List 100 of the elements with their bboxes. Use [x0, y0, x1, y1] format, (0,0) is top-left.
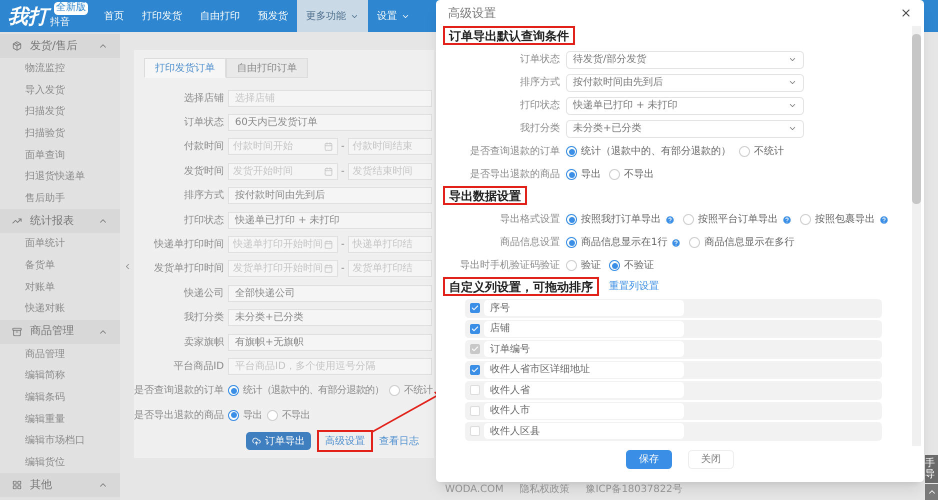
nav-item[interactable]: 打印发货: [133, 0, 191, 32]
radio-button[interactable]: [228, 385, 239, 396]
export-button[interactable]: 订单导出: [246, 432, 311, 450]
radio-button[interactable]: [800, 214, 811, 225]
input-field[interactable]: 60天内已发货订单: [228, 114, 432, 132]
close-icon[interactable]: [900, 7, 912, 19]
radio-option[interactable]: 不统计: [739, 144, 784, 159]
dialog-button[interactable]: 关闭: [688, 450, 734, 469]
sidebar-item[interactable]: 扫描验货: [0, 122, 120, 144]
select-field[interactable]: 待发货/部分发货: [566, 50, 804, 68]
sidebar-group-header[interactable]: 发货/售后: [0, 34, 120, 58]
help-icon[interactable]: [879, 214, 889, 224]
column-row[interactable]: 店铺: [465, 320, 882, 338]
radio-button[interactable]: [683, 214, 694, 225]
help-icon[interactable]: [671, 238, 682, 248]
sidebar-item[interactable]: 扫描发货: [0, 101, 120, 123]
advanced-settings-link[interactable]: 高级设置: [317, 430, 373, 452]
select-field[interactable]: 快递单已打印 + 未打印: [566, 96, 804, 114]
footer-link[interactable]: 隐私权政策: [520, 482, 570, 497]
sidebar-group-header[interactable]: 商品管理: [0, 320, 120, 344]
radio-button[interactable]: [609, 169, 620, 180]
help-icon[interactable]: [665, 214, 675, 224]
radio-option[interactable]: 导出: [228, 408, 262, 423]
sidebar-item[interactable]: 编辑条码: [0, 386, 120, 408]
checkbox[interactable]: [470, 406, 480, 416]
tab[interactable]: 自由打印订单: [226, 58, 308, 78]
sidebar-item[interactable]: 物流监控: [0, 58, 120, 80]
input-field[interactable]: 有旗帜+无旗帜: [228, 334, 432, 351]
sidebar-item[interactable]: 商品管理: [0, 344, 120, 366]
radio-option[interactable]: 不导出: [266, 408, 310, 423]
nav-item[interactable]: 设置: [368, 0, 419, 32]
select-field[interactable]: 未分类+已分类: [566, 120, 804, 138]
input-field[interactable]: 未分类+已分类: [228, 309, 432, 326]
checkbox[interactable]: [470, 324, 480, 334]
checkbox[interactable]: [470, 385, 480, 396]
radio-button[interactable]: [228, 410, 239, 421]
radio-button[interactable]: [566, 237, 577, 248]
side-help-tab[interactable]: 手导: [925, 455, 938, 483]
sidebar-group-header[interactable]: 其他: [0, 473, 120, 498]
radio-option[interactable]: 按照包裹导出: [800, 212, 889, 227]
sidebar-item[interactable]: 面单查询: [0, 144, 120, 166]
radio-option[interactable]: 不统计: [389, 383, 432, 398]
radio-option[interactable]: 按照我打订单导出: [566, 212, 675, 227]
sidebar-item[interactable]: 编辑重量: [0, 408, 120, 430]
column-row[interactable]: 收件人省: [465, 381, 882, 400]
sidebar-item[interactable]: 导入发货: [0, 80, 120, 102]
column-name-field[interactable]: 收件人市: [484, 402, 684, 419]
radio-option[interactable]: 不验证: [609, 258, 654, 273]
tab[interactable]: 打印发货订单: [144, 58, 226, 78]
view-log-link[interactable]: 查看日志: [379, 434, 419, 449]
radio-button[interactable]: [609, 260, 620, 271]
column-row[interactable]: 收件人市: [465, 402, 882, 420]
nav-item[interactable]: 预发货: [249, 0, 297, 32]
radio-button[interactable]: [389, 385, 400, 396]
sidebar-item[interactable]: 对账单: [0, 276, 120, 298]
radio-button[interactable]: [739, 146, 750, 157]
sidebar-item[interactable]: 扫退货快递单: [0, 166, 120, 188]
column-row[interactable]: 收件人省市区详细地址: [465, 360, 882, 379]
radio-button[interactable]: [266, 410, 278, 421]
column-name-field[interactable]: 序号: [484, 300, 684, 316]
sidebar-item[interactable]: 编辑简称: [0, 365, 120, 387]
nav-item[interactable]: 自由打印: [191, 0, 249, 32]
nav-item[interactable]: 首页: [95, 0, 133, 32]
radio-option[interactable]: 统计（退款中的、有部分退款的）: [228, 383, 384, 398]
radio-option[interactable]: 导出: [566, 167, 601, 182]
footer-link[interactable]: 豫ICP备18037822号: [586, 482, 682, 497]
checkbox[interactable]: [470, 364, 480, 375]
reset-columns-link[interactable]: 重置列设置: [609, 279, 659, 294]
radio-option[interactable]: 商品信息显示在多行: [689, 235, 794, 250]
help-icon[interactable]: [782, 214, 792, 224]
scrollbar[interactable]: [912, 26, 921, 446]
radio-option[interactable]: 验证: [566, 258, 601, 273]
checkbox[interactable]: [470, 303, 480, 314]
sidebar-item[interactable]: 编辑货位: [0, 452, 120, 474]
column-name-field[interactable]: 收件人区县: [484, 423, 684, 440]
radio-button[interactable]: [566, 169, 577, 180]
radio-button[interactable]: [566, 260, 577, 271]
sidebar-item[interactable]: 面单统计: [0, 233, 120, 255]
column-name-field[interactable]: 收件人省: [484, 382, 684, 398]
column-name-field[interactable]: 收件人省市区详细地址: [484, 362, 684, 378]
radio-option[interactable]: 不导出: [609, 167, 654, 182]
column-name-field[interactable]: 店铺: [484, 320, 684, 337]
sidebar-item[interactable]: 快递对账: [0, 298, 120, 320]
column-row[interactable]: 收件人区县: [465, 422, 882, 440]
back-to-top-button[interactable]: [925, 484, 938, 500]
radio-option[interactable]: 按照平台订单导出: [683, 212, 792, 227]
radio-option[interactable]: 统计（退款中的、有部分退款的）: [566, 144, 731, 159]
nav-item[interactable]: 更多功能: [297, 0, 368, 32]
radio-button[interactable]: [566, 214, 577, 225]
input-field[interactable]: 快递单已打印 + 未打印: [228, 212, 432, 229]
column-row[interactable]: 序号: [465, 299, 882, 318]
select-field[interactable]: 按付款时间由先到后: [566, 74, 804, 92]
sidebar-item[interactable]: 编辑市场档口: [0, 430, 120, 452]
dialog-button[interactable]: 保存: [626, 450, 672, 469]
sidebar-item[interactable]: 备货单: [0, 254, 120, 276]
footer-link[interactable]: WODA.COM: [445, 482, 504, 497]
checkbox[interactable]: [470, 426, 480, 436]
radio-button[interactable]: [689, 237, 700, 248]
input-field[interactable]: 全部快递公司: [228, 284, 432, 302]
sidebar-item[interactable]: 售后助手: [0, 188, 120, 210]
